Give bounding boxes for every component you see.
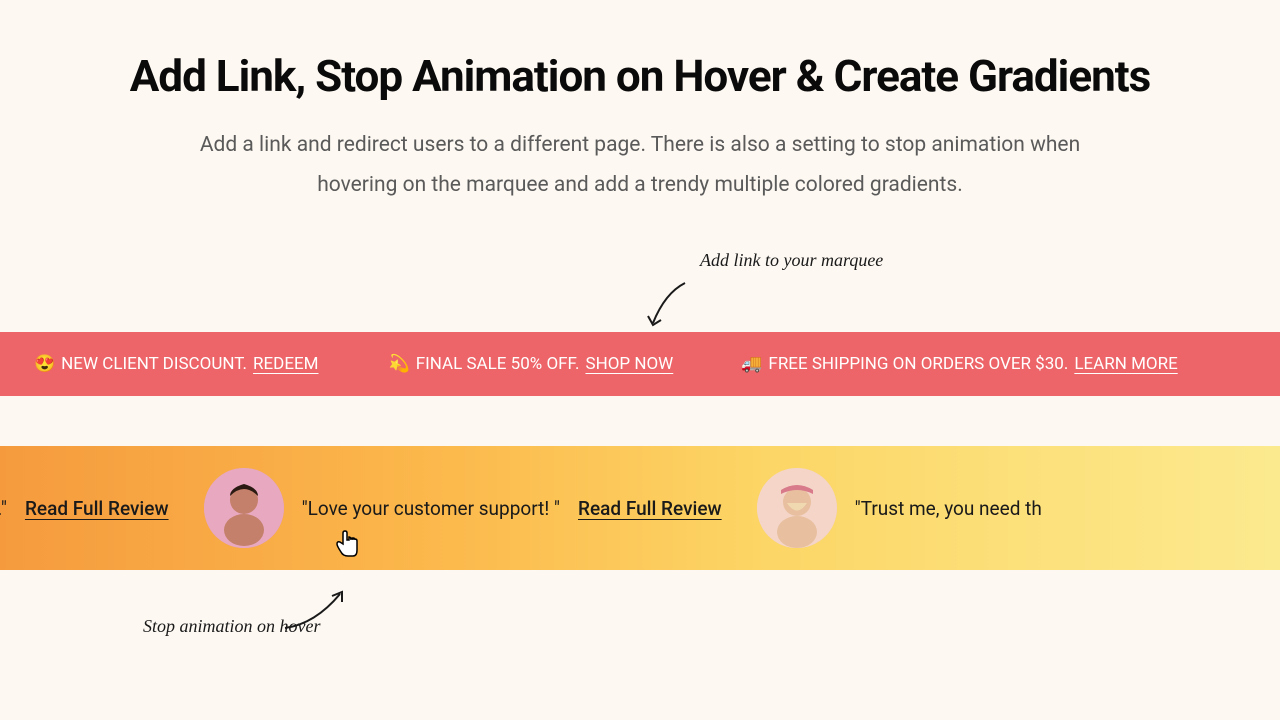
- review-quote: "Love your customer support! ": [302, 497, 560, 520]
- page-title: Add Link, Stop Animation on Hover & Crea…: [0, 50, 1280, 102]
- hand-cursor-icon: [334, 530, 362, 560]
- promo-item: 💫 FINAL SALE 50% OFF. SHOP NOW: [389, 354, 674, 374]
- page-subtitle: Add a link and redirect users to a diffe…: [190, 126, 1090, 206]
- promo-text: NEW CLIENT DISCOUNT.: [61, 354, 247, 374]
- avatar: [204, 468, 284, 548]
- emoji-icon: 😍: [34, 354, 55, 374]
- emoji-icon: 💫: [389, 354, 410, 374]
- review-item: "Trust me, you need th: [757, 468, 1042, 548]
- review-quote: ral deodorant I've ever tried.": [0, 497, 7, 520]
- promo-link-shopnow[interactable]: SHOP NOW: [585, 354, 673, 374]
- read-full-review-link[interactable]: Read Full Review: [25, 497, 169, 520]
- review-quote: "Trust me, you need th: [855, 497, 1042, 520]
- marquee-promo-bar: 😍 NEW CLIENT DISCOUNT. REDEEM 💫 FINAL SA…: [0, 332, 1280, 396]
- promo-link-learnmore[interactable]: LEARN MORE: [1074, 354, 1177, 374]
- promo-text: FREE SHIPPING ON ORDERS OVER $30.: [768, 354, 1068, 374]
- emoji-icon: 🚚: [741, 354, 762, 374]
- review-item: "Love your customer support! " Read Full…: [204, 468, 722, 548]
- avatar: [757, 468, 837, 548]
- annotation-stop-hover: Stop animation on hover: [143, 614, 321, 639]
- arrow-down-icon: [635, 278, 695, 334]
- promo-item: 😍 NEW CLIENT DISCOUNT. REDEEM: [34, 354, 319, 374]
- marquee-reviews-bar: ral deodorant I've ever tried." Read Ful…: [0, 446, 1280, 570]
- review-item: ral deodorant I've ever tried." Read Ful…: [0, 497, 169, 520]
- promo-item: 🚚 FREE SHIPPING ON ORDERS OVER $30. LEAR…: [741, 354, 1178, 374]
- promo-text: FINAL SALE 50% OFF.: [416, 354, 580, 374]
- read-full-review-link[interactable]: Read Full Review: [578, 497, 722, 520]
- annotation-add-link: Add link to your marquee: [700, 248, 883, 273]
- promo-link-redeem[interactable]: REDEEM: [253, 354, 318, 374]
- header-section: Add Link, Stop Animation on Hover & Crea…: [0, 0, 1280, 206]
